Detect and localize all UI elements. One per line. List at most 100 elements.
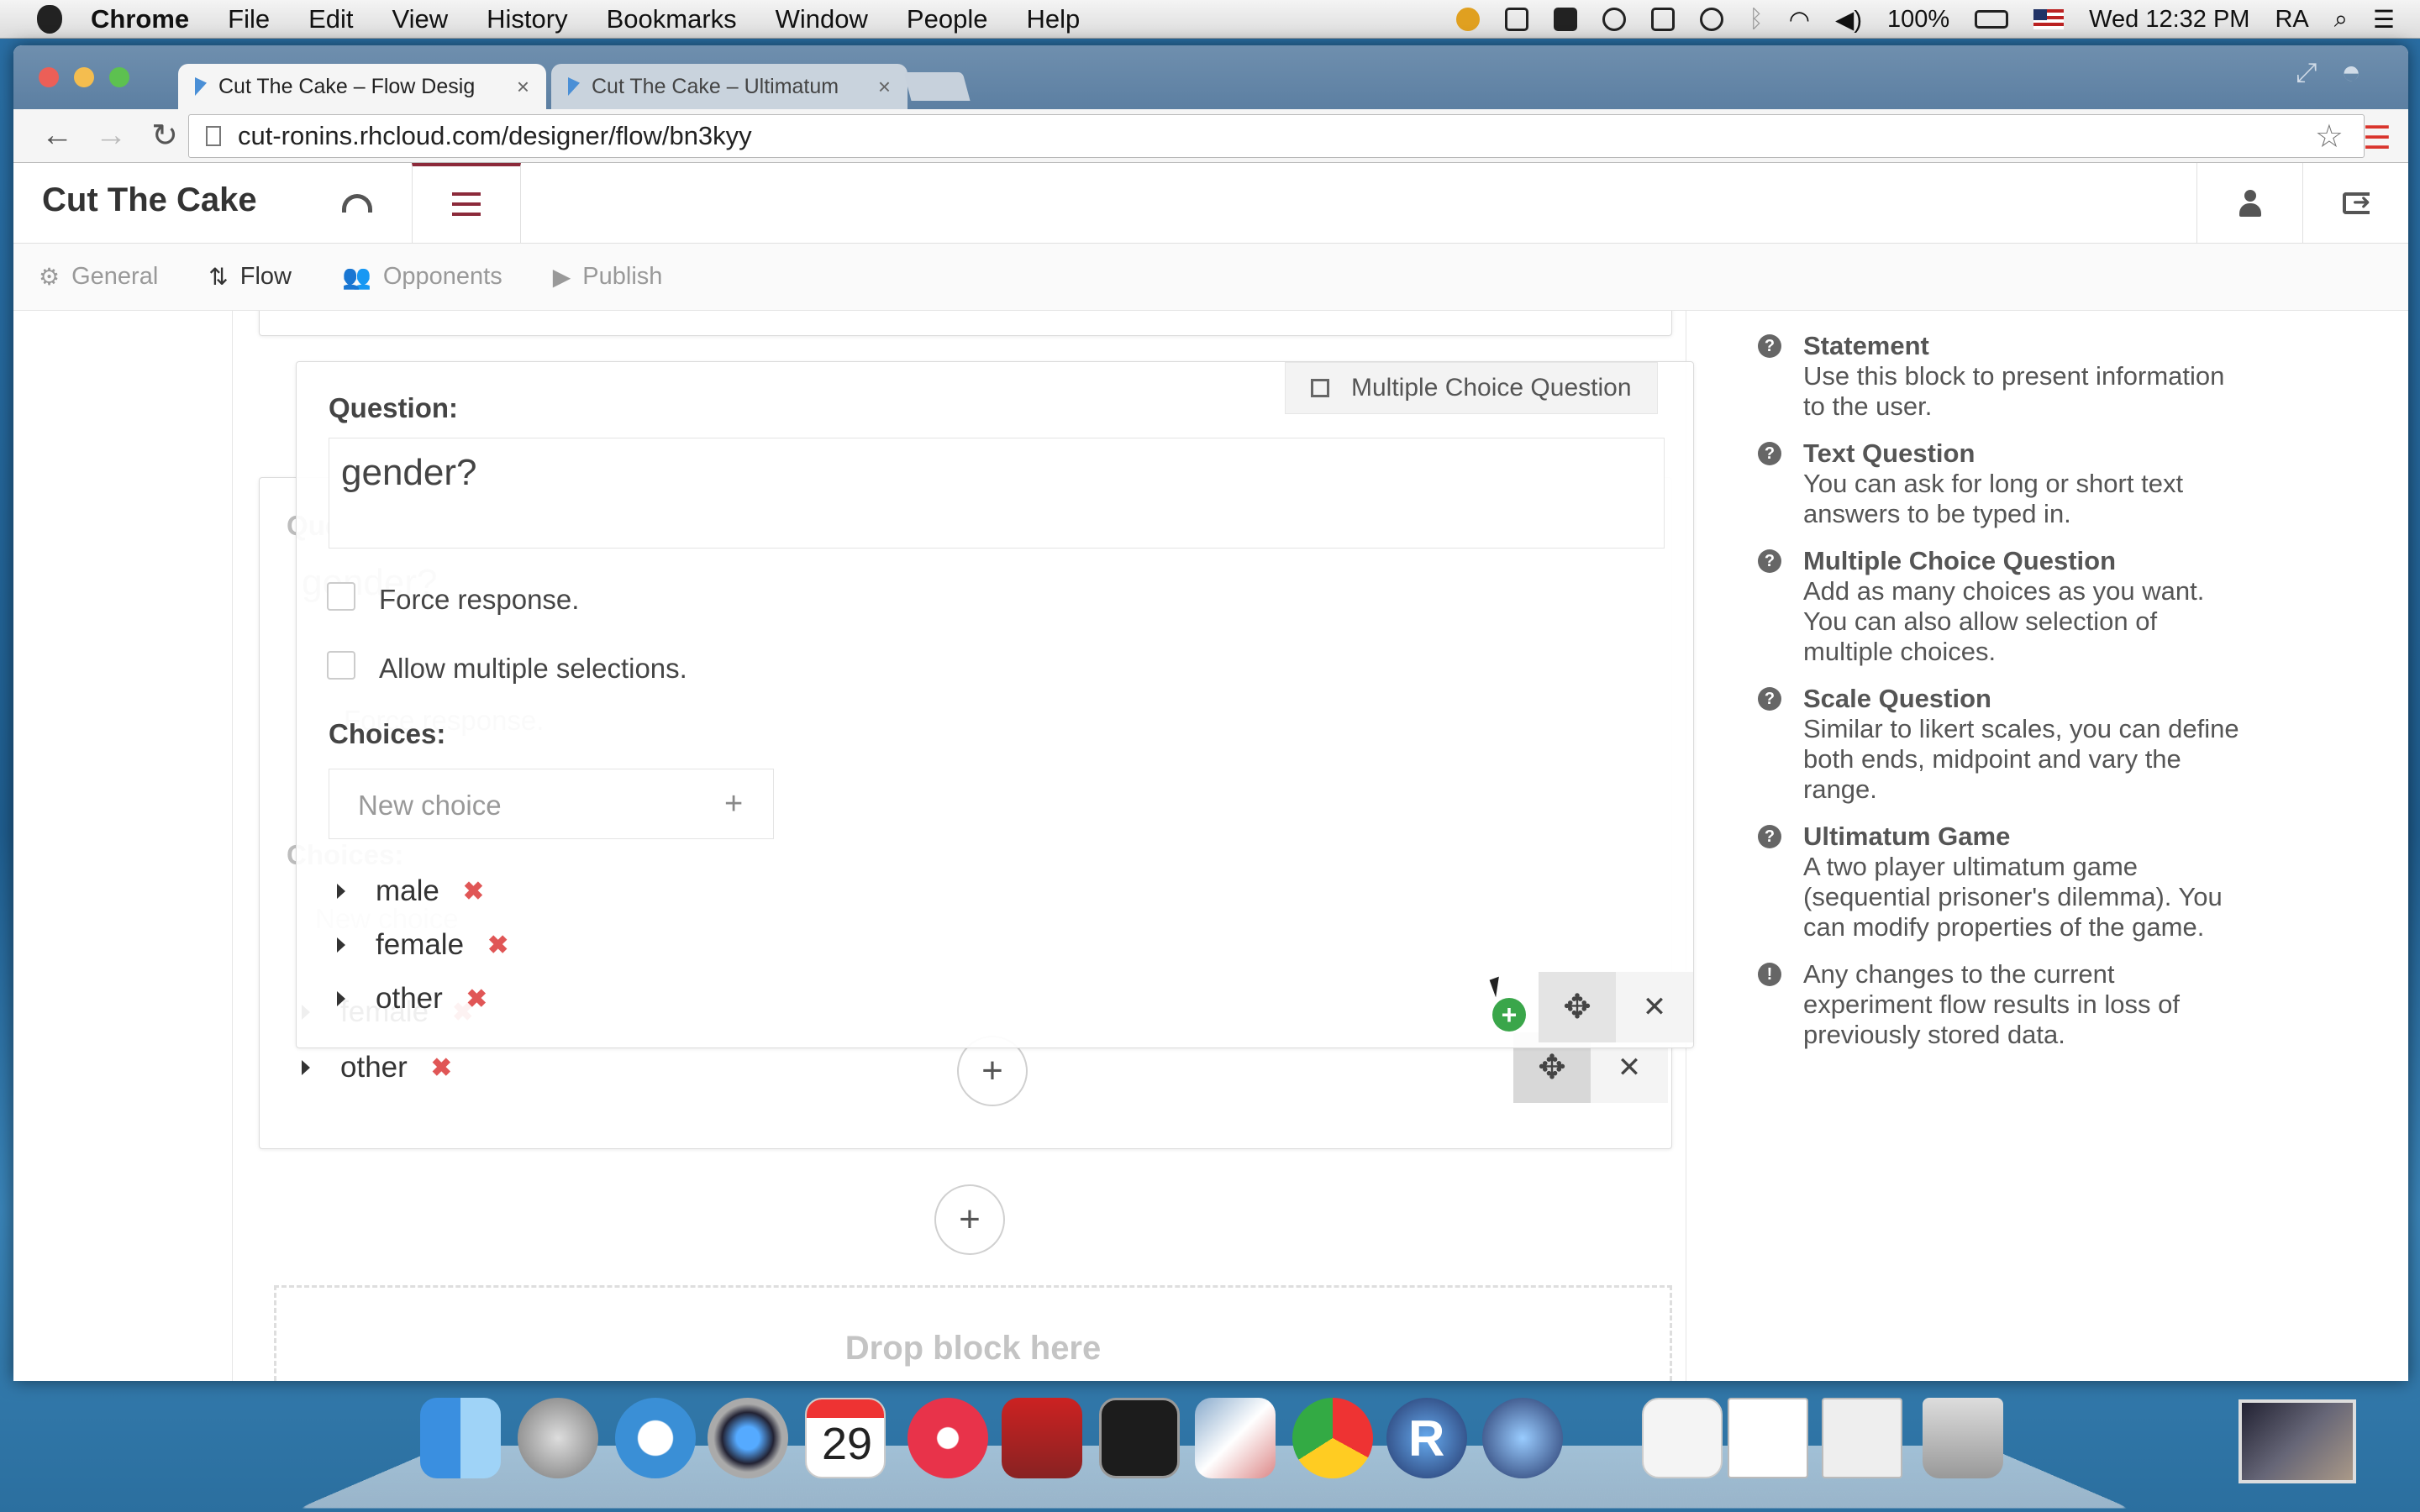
battery-icon[interactable] (1975, 10, 2009, 29)
expand-caret-icon[interactable] (302, 1060, 310, 1075)
record-icon[interactable] (1602, 8, 1627, 31)
tab-close-icon[interactable]: × (878, 74, 891, 100)
choice-label: male (376, 874, 439, 907)
reload-button[interactable]: ↻ (138, 117, 192, 155)
volume-icon[interactable]: ◀) (1835, 5, 1862, 34)
expand-caret-icon[interactable] (337, 937, 345, 953)
dropbox-icon[interactable] (1554, 8, 1578, 31)
window-icon[interactable] (1505, 8, 1529, 31)
new-choice-input[interactable]: New choice + (329, 769, 774, 839)
time-machine-icon[interactable] (1700, 8, 1724, 31)
calendar-icon[interactable]: 29 (805, 1398, 886, 1478)
user-button[interactable] (2196, 163, 2302, 244)
add-choice-icon[interactable]: + (724, 786, 743, 822)
chrome-icon[interactable] (1292, 1398, 1373, 1478)
menu-people[interactable]: People (907, 4, 988, 34)
zoom-window-button[interactable] (109, 67, 129, 87)
subnav-general[interactable]: ⚙ General (39, 263, 158, 291)
document-icon[interactable] (1642, 1398, 1723, 1478)
designer-tab[interactable] (412, 163, 521, 244)
airplay-icon[interactable] (1651, 8, 1676, 31)
remove-choice-icon[interactable]: ✖ (431, 1053, 452, 1083)
menu-help[interactable]: Help (1026, 4, 1080, 34)
page-icon (206, 126, 221, 146)
menu-window[interactable]: Window (776, 4, 868, 34)
expand-caret-icon[interactable] (337, 884, 345, 899)
incognito-profile-icon[interactable]: ◓ (2341, 54, 2361, 92)
dashboard-tab[interactable] (302, 163, 412, 244)
tab-flow-designer[interactable]: Cut The Cake – Flow Desig × (178, 64, 546, 109)
back-button[interactable]: ← (30, 118, 84, 154)
menu-file[interactable]: File (228, 4, 270, 34)
menu-history[interactable]: History (487, 4, 567, 34)
downloads-stack-icon[interactable] (1728, 1398, 1808, 1478)
choice-row[interactable]: female ✖ (337, 928, 508, 962)
photo-booth-icon[interactable] (1002, 1398, 1082, 1478)
dashboard-gauge-icon (342, 194, 372, 213)
dragged-block[interactable]: Multiple Choice Question Question: gende… (296, 361, 1694, 1048)
choice-row[interactable]: male ✖ (337, 874, 484, 908)
address-bar[interactable]: cut-ronins.rhcloud.com/designer/flow/bn3… (188, 114, 2365, 158)
safari-compass-icon[interactable] (615, 1398, 696, 1478)
move-block-button[interactable]: ✥ (1539, 972, 1616, 1042)
quicktime-icon[interactable] (1482, 1398, 1563, 1478)
input-source-flag-icon[interactable] (2033, 9, 2065, 29)
allow-multiple-checkbox[interactable] (327, 651, 355, 680)
close-window-button[interactable] (39, 67, 59, 87)
subnav-opponents[interactable]: 👥 Opponents (342, 263, 502, 291)
activity-monitor-icon[interactable] (1099, 1398, 1180, 1478)
itunes-music-icon[interactable] (908, 1398, 988, 1478)
brand-title[interactable]: Cut The Cake (42, 181, 257, 219)
tab-close-icon[interactable]: × (517, 74, 529, 100)
choice-row[interactable]: other ✖ (302, 1051, 452, 1084)
spotlight-search-icon[interactable]: ⌕ (2334, 6, 2348, 34)
fullscreen-icon[interactable]: ⤢ (2296, 57, 2317, 89)
menubar-user[interactable]: RA (2275, 6, 2308, 34)
subnav-publish[interactable]: ▶ Publish (553, 263, 663, 291)
insert-block-button[interactable]: + (934, 1184, 1005, 1255)
battery-percent[interactable]: 100% (1887, 6, 1949, 34)
bookmark-star-icon[interactable]: ☆ (2315, 118, 2344, 155)
bluetooth-icon[interactable]: ᛒ (1749, 6, 1763, 34)
notification-center-icon[interactable]: ☰ (2373, 5, 2395, 34)
finder-icon[interactable] (420, 1398, 501, 1478)
remove-choice-icon[interactable]: ✖ (487, 931, 508, 960)
status-app-icon[interactable] (1456, 8, 1481, 31)
menu-bookmarks[interactable]: Bookmarks (607, 4, 737, 34)
remove-choice-icon[interactable]: ✖ (466, 984, 487, 1014)
choice-row[interactable]: other ✖ (337, 982, 487, 1016)
menu-view[interactable]: View (392, 4, 449, 34)
delete-block-button[interactable]: ✕ (1616, 972, 1693, 1042)
launchpad-rocket-icon[interactable] (518, 1398, 598, 1478)
trash-icon[interactable] (1923, 1398, 2003, 1478)
chrome-download-icon[interactable] (1822, 1398, 1902, 1478)
menu-edit[interactable]: Edit (308, 4, 353, 34)
previous-block[interactable] (259, 311, 1672, 336)
block-type-badge: Multiple Choice Question (1285, 362, 1658, 414)
minimize-window-button[interactable] (74, 67, 94, 87)
forward-button[interactable]: → (84, 118, 138, 154)
sign-out-button[interactable] (2302, 163, 2408, 244)
new-tab-button[interactable] (903, 72, 971, 101)
r-app-icon[interactable]: R (1386, 1398, 1467, 1478)
question-input[interactable]: gender? (329, 438, 1665, 549)
chrome-menu-icon[interactable]: ☰ (2363, 119, 2391, 157)
menu-app-chrome[interactable]: Chrome (91, 4, 189, 34)
preview-icon[interactable] (1195, 1398, 1276, 1478)
r-app-label: R (1408, 1410, 1445, 1467)
user-icon (2238, 190, 2261, 217)
subnav-flow[interactable]: ⇅ Flow (208, 263, 292, 291)
expand-caret-icon[interactable] (337, 991, 345, 1006)
desktop-photo-thumbnail[interactable] (2238, 1399, 2356, 1483)
tab-ultimatum[interactable]: Cut The Cake – Ultimatum × (551, 64, 908, 109)
play-icon: ▶ (552, 264, 571, 290)
apple-menu-icon[interactable] (37, 4, 62, 34)
app-header: Cut The Cake (13, 163, 2408, 244)
facetime-camera-icon[interactable] (708, 1398, 788, 1478)
wifi-icon[interactable]: ◠ (1789, 5, 1810, 34)
tab-title: Cut The Cake – Flow Desig (218, 74, 476, 98)
force-response-checkbox[interactable] (327, 582, 355, 611)
menubar-clock[interactable]: Wed 12:32 PM (2089, 6, 2249, 34)
remove-choice-icon[interactable]: ✖ (463, 877, 484, 906)
drop-zone[interactable]: Drop block here (274, 1285, 1672, 1381)
